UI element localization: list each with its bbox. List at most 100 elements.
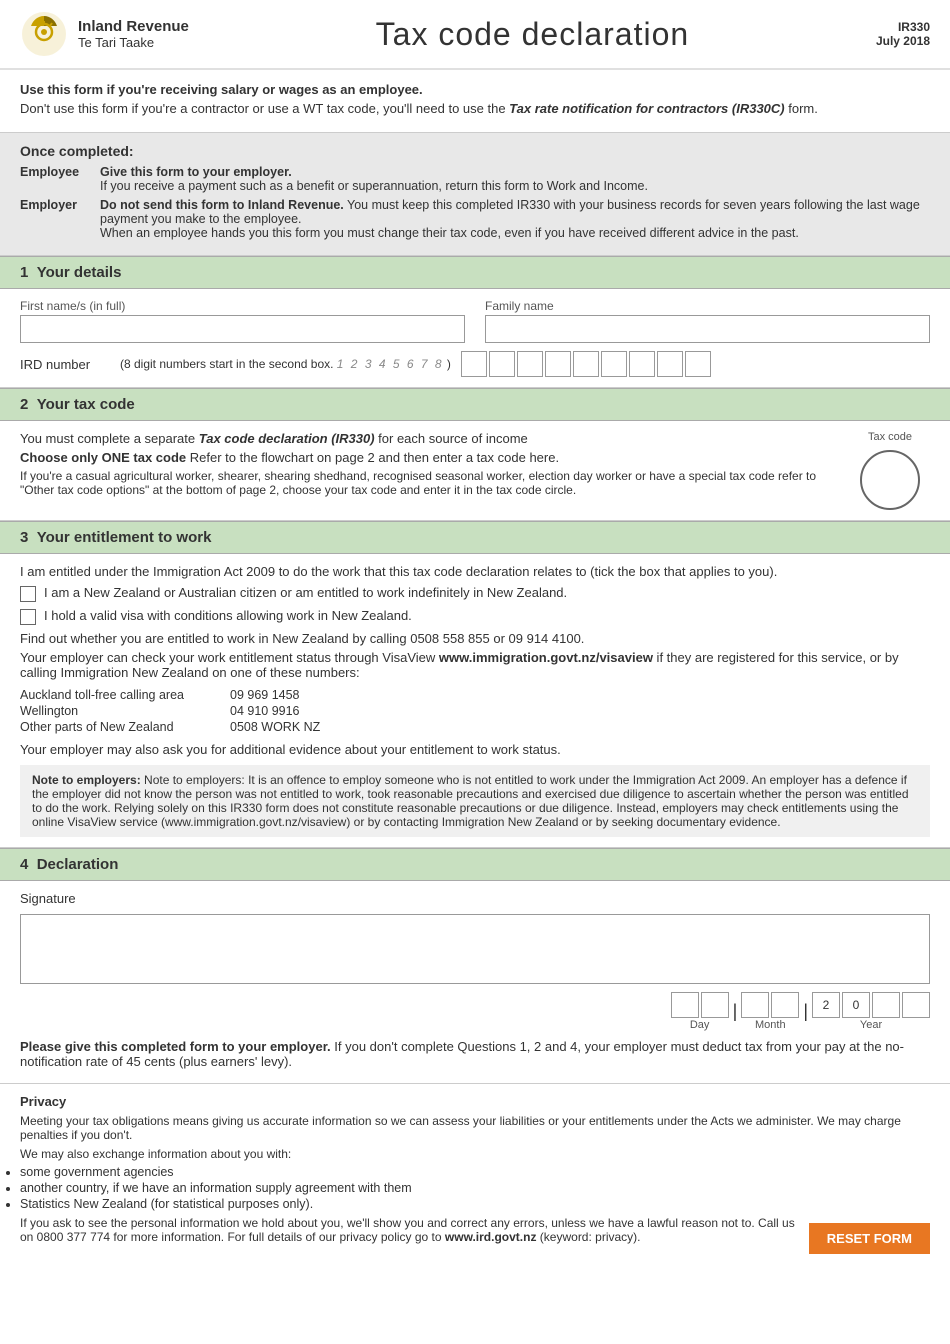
first-name-input[interactable] — [20, 315, 465, 343]
privacy-title: Privacy — [20, 1094, 930, 1109]
section3-header: 3 Your entitlement to work — [0, 521, 950, 554]
ird-boxes — [461, 351, 711, 377]
employee-label: Employee — [20, 165, 90, 193]
tax-code-para2: Choose only ONE tax code Refer to the fl… — [20, 450, 830, 465]
month-box-2[interactable] — [771, 992, 799, 1018]
ird-box-9[interactable] — [685, 351, 711, 377]
contact-area-1: Auckland toll-free calling area — [20, 688, 220, 702]
date-day-section: Day — [671, 992, 729, 1031]
contact-grid: Auckland toll-free calling area 09 969 1… — [20, 688, 930, 734]
employer-check-text: Your employer can check your work entitl… — [20, 650, 930, 680]
day-boxes — [671, 992, 729, 1018]
org-name: Inland Revenue — [78, 18, 189, 35]
form-reference: IR330 July 2018 — [876, 20, 930, 48]
ird-box-5[interactable] — [573, 351, 599, 377]
checkbox1-label: I am a New Zealand or Australian citizen… — [44, 585, 567, 600]
date-wrapper: Day | Month | 2 0 Year — [20, 992, 930, 1031]
day-box-2[interactable] — [701, 992, 729, 1018]
section1-content: First name/s (in full) Family name IRD n… — [0, 289, 950, 388]
employer-row: Employer Do not send this form to Inland… — [20, 198, 930, 240]
date-group: Day | Month | 2 0 Year — [671, 992, 930, 1031]
contact-number-1: 09 969 1458 — [230, 688, 930, 702]
ird-label: IRD number — [20, 357, 110, 372]
first-name-group: First name/s (in full) — [20, 299, 465, 343]
year-box-3[interactable] — [872, 992, 900, 1018]
intro-line2: Don't use this form if you're a contract… — [20, 101, 930, 116]
date-month-section: Month — [741, 992, 799, 1031]
page-title: Tax code declaration — [189, 16, 876, 53]
employer-note: Note to employers: Note to employers: It… — [20, 765, 930, 837]
year-boxes: 2 0 — [812, 992, 930, 1018]
ird-row: IRD number (8 digit numbers start in the… — [20, 351, 930, 377]
year-box-4[interactable] — [902, 992, 930, 1018]
ird-box-3[interactable] — [517, 351, 543, 377]
employee-row: Employee Give this form to your employer… — [20, 165, 930, 193]
tax-code-left: You must complete a separate Tax code de… — [20, 431, 830, 501]
year-box-2[interactable]: 0 — [842, 992, 870, 1018]
privacy-text3: If you ask to see the personal informati… — [20, 1216, 930, 1244]
entitlement-intro: I am entitled under the Immigration Act … — [20, 564, 930, 579]
bullet-1: some government agencies — [20, 1165, 930, 1179]
name-row: First name/s (in full) Family name — [20, 299, 930, 343]
ird-box-7[interactable] — [629, 351, 655, 377]
inland-revenue-logo — [20, 10, 68, 58]
contact-area-3: Other parts of New Zealand — [20, 720, 220, 734]
page-header: Inland Revenue Te Tari Taake Tax code de… — [0, 0, 950, 70]
year-box-1[interactable]: 2 — [812, 992, 840, 1018]
family-name-group: Family name — [485, 299, 930, 343]
contact-number-2: 04 910 9916 — [230, 704, 930, 718]
ird-box-2[interactable] — [489, 351, 515, 377]
intro-line1: Use this form if you're receiving salary… — [20, 82, 930, 97]
contact-number-3: 0508 WORK NZ — [230, 720, 930, 734]
ird-digit-hint: 1 2 3 4 5 6 7 8 — [337, 357, 444, 371]
section2-content: You must complete a separate Tax code de… — [0, 421, 950, 521]
checkbox2-label: I hold a valid visa with conditions allo… — [44, 608, 412, 623]
ird-box-1[interactable] — [461, 351, 487, 377]
section4-header: 4 Declaration — [0, 848, 950, 881]
contact-area-2: Wellington — [20, 704, 220, 718]
privacy-text1: Meeting your tax obligations means givin… — [20, 1114, 930, 1142]
checkbox1[interactable] — [20, 586, 36, 602]
tax-code-circle-label: Tax code — [868, 431, 912, 443]
tax-code-para1: You must complete a separate Tax code de… — [20, 431, 830, 446]
year-label: Year — [860, 1019, 882, 1031]
privacy-text2: We may also exchange information about y… — [20, 1147, 930, 1161]
ird-box-4[interactable] — [545, 351, 571, 377]
please-give-text: Please give this completed form to your … — [20, 1039, 930, 1069]
employer-ask-text: Your employer may also ask you for addit… — [20, 742, 930, 757]
once-completed-title: Once completed: — [20, 143, 930, 159]
family-name-label: Family name — [485, 299, 930, 313]
bullet-3: Statistics New Zealand (for statistical … — [20, 1197, 930, 1211]
sig-label: Signature — [20, 891, 930, 906]
privacy-bullets: some government agencies another country… — [20, 1165, 930, 1211]
date-separator-1: | — [733, 1001, 738, 1022]
reset-form-button[interactable]: RESET FORM — [809, 1223, 930, 1254]
day-box-1[interactable] — [671, 992, 699, 1018]
employer-content: Do not send this form to Inland Revenue.… — [100, 198, 930, 240]
checkbox2[interactable] — [20, 609, 36, 625]
ird-hint: (8 digit numbers start in the second box… — [120, 357, 451, 371]
checkbox1-row: I am a New Zealand or Australian citizen… — [20, 585, 930, 602]
ird-box-6[interactable] — [601, 351, 627, 377]
signature-field[interactable] — [20, 914, 930, 984]
month-box-1[interactable] — [741, 992, 769, 1018]
bullet-2: another country, if we have an informati… — [20, 1181, 930, 1195]
find-out-text: Find out whether you are entitled to wor… — [20, 631, 930, 646]
section1-header: 1 Your details — [0, 256, 950, 289]
date-year-section: 2 0 Year — [812, 992, 930, 1031]
once-completed-section: Once completed: Employee Give this form … — [0, 133, 950, 256]
tax-code-header: You must complete a separate Tax code de… — [20, 431, 930, 510]
tax-code-circle[interactable] — [860, 450, 920, 510]
employee-content: Give this form to your employer. If you … — [100, 165, 930, 193]
logo-area: Inland Revenue Te Tari Taake — [20, 10, 189, 58]
date-separator-2: | — [803, 1001, 808, 1022]
employer-label: Employer — [20, 198, 90, 240]
tax-code-para3: If you're a casual agricultural worker, … — [20, 469, 830, 497]
section2-header: 2 Your tax code — [0, 388, 950, 421]
logo-text: Inland Revenue Te Tari Taake — [78, 18, 189, 50]
privacy-section: Privacy Meeting your tax obligations mea… — [0, 1084, 950, 1264]
family-name-input[interactable] — [485, 315, 930, 343]
checkbox2-row: I hold a valid visa with conditions allo… — [20, 608, 930, 625]
section4-content: Signature Day | Month | 2 — [0, 881, 950, 1084]
ird-box-8[interactable] — [657, 351, 683, 377]
